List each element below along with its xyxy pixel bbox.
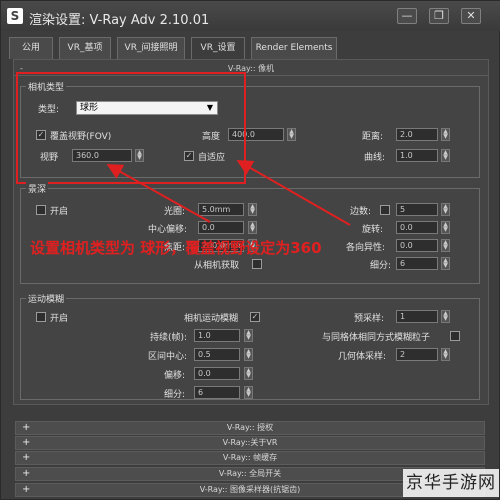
settings-panel: - V-Ray:: 像机 相机类型 类型: 球形 ▼ ✓ 覆盖视野(FOV) 视… (13, 59, 489, 405)
blur-particles-checkbox[interactable] (450, 331, 460, 341)
distance-input[interactable]: 2.0 (396, 128, 438, 141)
motion-blur-group-title: 运动模糊 (26, 292, 67, 305)
aperture-label: 光圈: (164, 207, 186, 217)
center-bias-input[interactable]: 0.0 (198, 221, 244, 234)
mb-subdivs-spinner[interactable]: ▲ ▼ (244, 386, 253, 399)
dof-subdivs-spinner[interactable]: ▲ ▼ (441, 257, 450, 270)
duration-spinner[interactable]: ▲ ▼ (244, 329, 253, 342)
motion-blur-on-label: 开启 (50, 314, 69, 324)
curve-label: 曲线: (364, 153, 386, 163)
get-from-camera-label: 从相机获取 (194, 261, 240, 271)
center-bias-spinner[interactable]: ▲ ▼ (248, 221, 257, 234)
expand-icon: + (22, 468, 31, 479)
duration-input[interactable]: 1.0 (194, 329, 240, 342)
sides-checkbox[interactable] (380, 205, 390, 215)
rollout-image-sampler-title: V-Ray:: 图像采样器(抗锯齿) (199, 485, 301, 494)
interval-center-input[interactable]: 0.5 (194, 348, 240, 361)
height-spinner[interactable]: ▲ ▼ (287, 128, 296, 141)
geometry-samples-input[interactable]: 2 (396, 348, 438, 361)
sides-input[interactable]: 5 (396, 203, 438, 216)
bias-spinner[interactable]: ▲ ▼ (244, 367, 253, 380)
prepass-spinner[interactable]: ▲ ▼ (441, 310, 450, 323)
rollout-about-title: V-Ray::关于VR (222, 438, 278, 447)
close-button[interactable]: ✕ (461, 8, 481, 24)
geometry-samples-spinner[interactable]: ▲ ▼ (441, 348, 450, 361)
prepass-label: 预采样: (354, 314, 385, 324)
blur-particles-label: 与同格体相同方式模糊粒子 (322, 333, 431, 343)
bias-input[interactable]: 0.0 (194, 367, 240, 380)
camera-mb-label: 相机运动模糊 (184, 314, 239, 324)
restore-button[interactable]: ❐ (429, 8, 449, 24)
tab-common[interactable]: 公用 (9, 37, 53, 59)
mb-subdivs-label: 细分: (164, 390, 186, 400)
rollout-frame-buffer[interactable]: + V-Ray:: 帧缓存 (15, 451, 485, 465)
rollout-license-title: V-Ray:: 授权 (226, 423, 274, 432)
anisotropy-spinner[interactable]: ▲ ▼ (441, 239, 450, 252)
title-bar: S 渲染设置: V-Ray Adv 2.10.01 — ❐ ✕ (1, 1, 500, 31)
rollout-global-switches-title: V-Ray:: 全局开关 (218, 469, 282, 478)
expand-icon: + (22, 422, 31, 433)
camera-mb-checkbox[interactable]: ✓ (250, 312, 260, 322)
highlight-box (16, 72, 246, 184)
annotation-text: 设置相机类型为 球形，覆盖视野设定为360 (30, 239, 322, 257)
rotation-input[interactable]: 0.0 (396, 221, 438, 234)
prepass-input[interactable]: 1 (396, 310, 438, 323)
rollout-frame-buffer-title: V-Ray:: 帧缓存 (222, 453, 278, 462)
dof-group-title: 景深 (26, 182, 49, 195)
render-setup-window: S 渲染设置: V-Ray Adv 2.10.01 — ❐ ✕ 公用 VR_基项… (0, 0, 500, 500)
interval-center-spinner[interactable]: ▲ ▼ (244, 348, 253, 361)
rollout-about[interactable]: + V-Ray::关于VR (15, 436, 485, 450)
expand-icon: + (22, 437, 31, 448)
interval-center-label: 区间中心: (148, 352, 188, 362)
geometry-samples-label: 几何体采样: (338, 352, 387, 362)
tab-vr-basic[interactable]: VR_基项 (59, 37, 111, 59)
curve-input[interactable]: 1.0 (396, 149, 438, 162)
bias-label: 偏移: (164, 371, 186, 381)
distance-label: 距离: (362, 132, 384, 142)
mb-subdivs-input[interactable]: 6 (194, 386, 240, 399)
dof-subdivs-label: 细分: (370, 261, 392, 271)
3ds-max-icon: S (7, 8, 23, 24)
window-title: 渲染设置: V-Ray Adv 2.10.01 (29, 13, 210, 28)
dof-on-checkbox[interactable] (36, 205, 46, 215)
curve-spinner[interactable]: ▲ ▼ (441, 149, 450, 162)
motion-blur-on-checkbox[interactable] (36, 312, 46, 322)
anisotropy-input[interactable]: 0.0 (396, 239, 438, 252)
dof-on-label: 开启 (50, 207, 69, 217)
aperture-input[interactable]: 5.0mm (198, 203, 244, 216)
expand-icon: + (22, 484, 31, 495)
tab-vr-settings[interactable]: VR_设置 (191, 37, 245, 59)
rotation-spinner[interactable]: ▲ ▼ (441, 221, 450, 234)
watermark: 京华手游网 (403, 469, 499, 497)
minimize-button[interactable]: — (397, 8, 417, 24)
get-from-camera-checkbox[interactable] (252, 259, 262, 269)
tab-vr-indirect[interactable]: VR_间接照明 (117, 37, 185, 59)
anisotropy-label: 各向异性: (346, 243, 386, 253)
center-bias-label: 中心偏移: (148, 225, 188, 235)
distance-spinner[interactable]: ▲ ▼ (441, 128, 450, 141)
sides-label: 边数: (350, 207, 372, 217)
sides-spinner[interactable]: ▲ ▼ (441, 203, 450, 216)
expand-icon: + (22, 452, 31, 463)
duration-label: 持续(帧): (150, 333, 188, 343)
aperture-spinner[interactable]: ▲ ▼ (248, 203, 257, 216)
rotation-label: 旋转: (362, 225, 384, 235)
rollout-license[interactable]: + V-Ray:: 授权 (15, 421, 485, 435)
tab-bar: 公用 VR_基项 VR_间接照明 VR_设置 Render Elements (9, 37, 493, 59)
tab-render-elements[interactable]: Render Elements (251, 37, 337, 59)
dof-subdivs-input[interactable]: 6 (396, 257, 438, 270)
